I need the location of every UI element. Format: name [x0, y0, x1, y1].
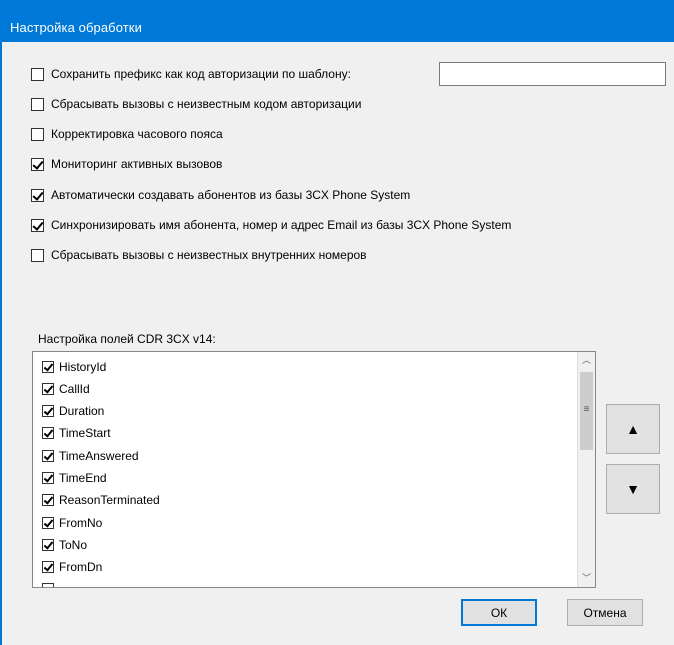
- option-active-call-monitoring[interactable]: Мониторинг активных вызовов: [31, 154, 222, 174]
- option-checkbox[interactable]: [31, 248, 44, 262]
- option-checkbox[interactable]: [31, 188, 44, 202]
- list-item[interactable]: TimeEnd: [42, 467, 107, 488]
- list-item-checkbox[interactable]: [42, 538, 54, 551]
- scroll-down-button[interactable]: ﹀: [578, 570, 595, 587]
- list-item-checkbox[interactable]: [42, 449, 54, 462]
- list-item-label: ToNo: [59, 537, 88, 552]
- prefix-template-input[interactable]: [439, 62, 666, 86]
- dialog-window: Настройка обработки Сохранить префикс ка…: [0, 0, 674, 645]
- chevron-up-icon: ︿: [581, 355, 591, 365]
- move-up-button[interactable]: ▲: [606, 404, 660, 454]
- cancel-button[interactable]: Отмена: [567, 599, 643, 626]
- list-item[interactable]: CallId: [42, 378, 90, 399]
- option-label: Сбрасывать вызовы с неизвестных внутренн…: [51, 248, 367, 262]
- list-item[interactable]: FromDn: [42, 556, 102, 577]
- list-item-checkbox[interactable]: [42, 582, 54, 587]
- option-label: Синхронизировать имя абонента, номер и а…: [51, 218, 512, 232]
- option-auto-create-subscribers[interactable]: Автоматически создавать абонентов из баз…: [31, 185, 410, 205]
- triangle-down-icon: ▼: [626, 481, 640, 497]
- triangle-up-icon: ▲: [626, 421, 640, 437]
- ok-button-label: ОК: [490, 605, 508, 620]
- option-label: Корректировка часового пояса: [51, 127, 223, 141]
- list-item[interactable]: TimeStart: [42, 422, 111, 443]
- option-checkbox[interactable]: [31, 157, 44, 171]
- list-item-checkbox[interactable]: [42, 560, 54, 573]
- scroll-up-button[interactable]: ︿: [578, 352, 595, 369]
- list-item-label: ReasonTerminated: [59, 492, 160, 507]
- ok-button[interactable]: ОК: [461, 599, 537, 626]
- cancel-button-label: Отмена: [583, 605, 627, 620]
- list-item-checkbox[interactable]: [42, 516, 54, 529]
- option-save-prefix[interactable]: Сохранить префикс как код авторизации по…: [31, 64, 351, 84]
- option-label: Мониторинг активных вызовов: [51, 157, 223, 171]
- option-label: Сбрасывать вызовы с неизвестным кодом ав…: [51, 97, 362, 111]
- list-item-label: TimeStart: [59, 425, 111, 440]
- list-item-checkbox[interactable]: [42, 360, 54, 373]
- list-item-checkbox[interactable]: [42, 426, 54, 439]
- list-item-checkbox[interactable]: [42, 493, 54, 506]
- chevron-down-icon: ﹀: [581, 573, 591, 583]
- list-item[interactable]: TimeAnswered: [42, 445, 139, 466]
- list-item-label: TimeEnd: [59, 470, 107, 485]
- list-item-partial[interactable]: [42, 578, 54, 587]
- option-sync-subscriber-info[interactable]: Синхронизировать имя абонента, номер и а…: [31, 215, 511, 235]
- list-item[interactable]: FromNo: [42, 512, 102, 533]
- list-scrollbar[interactable]: ︿ ≡ ﹀: [577, 352, 595, 587]
- option-drop-unknown-extensions[interactable]: Сбрасывать вызовы с неизвестных внутренн…: [31, 245, 367, 265]
- list-item-label: Duration: [59, 403, 105, 418]
- option-checkbox[interactable]: [31, 67, 44, 81]
- option-checkbox[interactable]: [31, 218, 44, 232]
- cdr-fields-list[interactable]: HistoryId CallId Duration TimeStart Time…: [32, 351, 596, 588]
- scroll-thumb[interactable]: ≡: [580, 372, 593, 450]
- list-item-label: TimeAnswered: [59, 448, 139, 463]
- grip-icon: ≡: [583, 404, 590, 415]
- title-bar[interactable]: Настройка обработки: [2, 0, 674, 42]
- list-item-checkbox[interactable]: [42, 404, 54, 417]
- move-down-button[interactable]: ▼: [606, 464, 660, 514]
- list-item-label: FromDn: [59, 559, 103, 574]
- option-drop-unknown-auth[interactable]: Сбрасывать вызовы с неизвестным кодом ав…: [31, 94, 361, 114]
- list-item-label: CallId: [59, 381, 90, 396]
- list-item[interactable]: ReasonTerminated: [42, 489, 160, 510]
- list-item[interactable]: ToNo: [42, 534, 87, 555]
- list-item-label: HistoryId: [59, 359, 107, 374]
- cdr-fields-label: Настройка полей CDR 3CX v14:: [38, 332, 216, 346]
- list-item[interactable]: HistoryId: [42, 356, 106, 377]
- list-item-label: FromNo: [59, 515, 103, 530]
- option-checkbox[interactable]: [31, 97, 44, 111]
- list-item-checkbox[interactable]: [42, 382, 54, 395]
- option-label: Сохранить префикс как код авторизации по…: [51, 67, 351, 81]
- list-item[interactable]: Duration: [42, 400, 104, 421]
- window-title: Настройка обработки: [10, 20, 142, 35]
- option-timezone-correction[interactable]: Корректировка часового пояса: [31, 124, 223, 144]
- list-item-checkbox[interactable]: [42, 471, 54, 484]
- option-label: Автоматически создавать абонентов из баз…: [51, 188, 411, 202]
- option-checkbox[interactable]: [31, 127, 44, 141]
